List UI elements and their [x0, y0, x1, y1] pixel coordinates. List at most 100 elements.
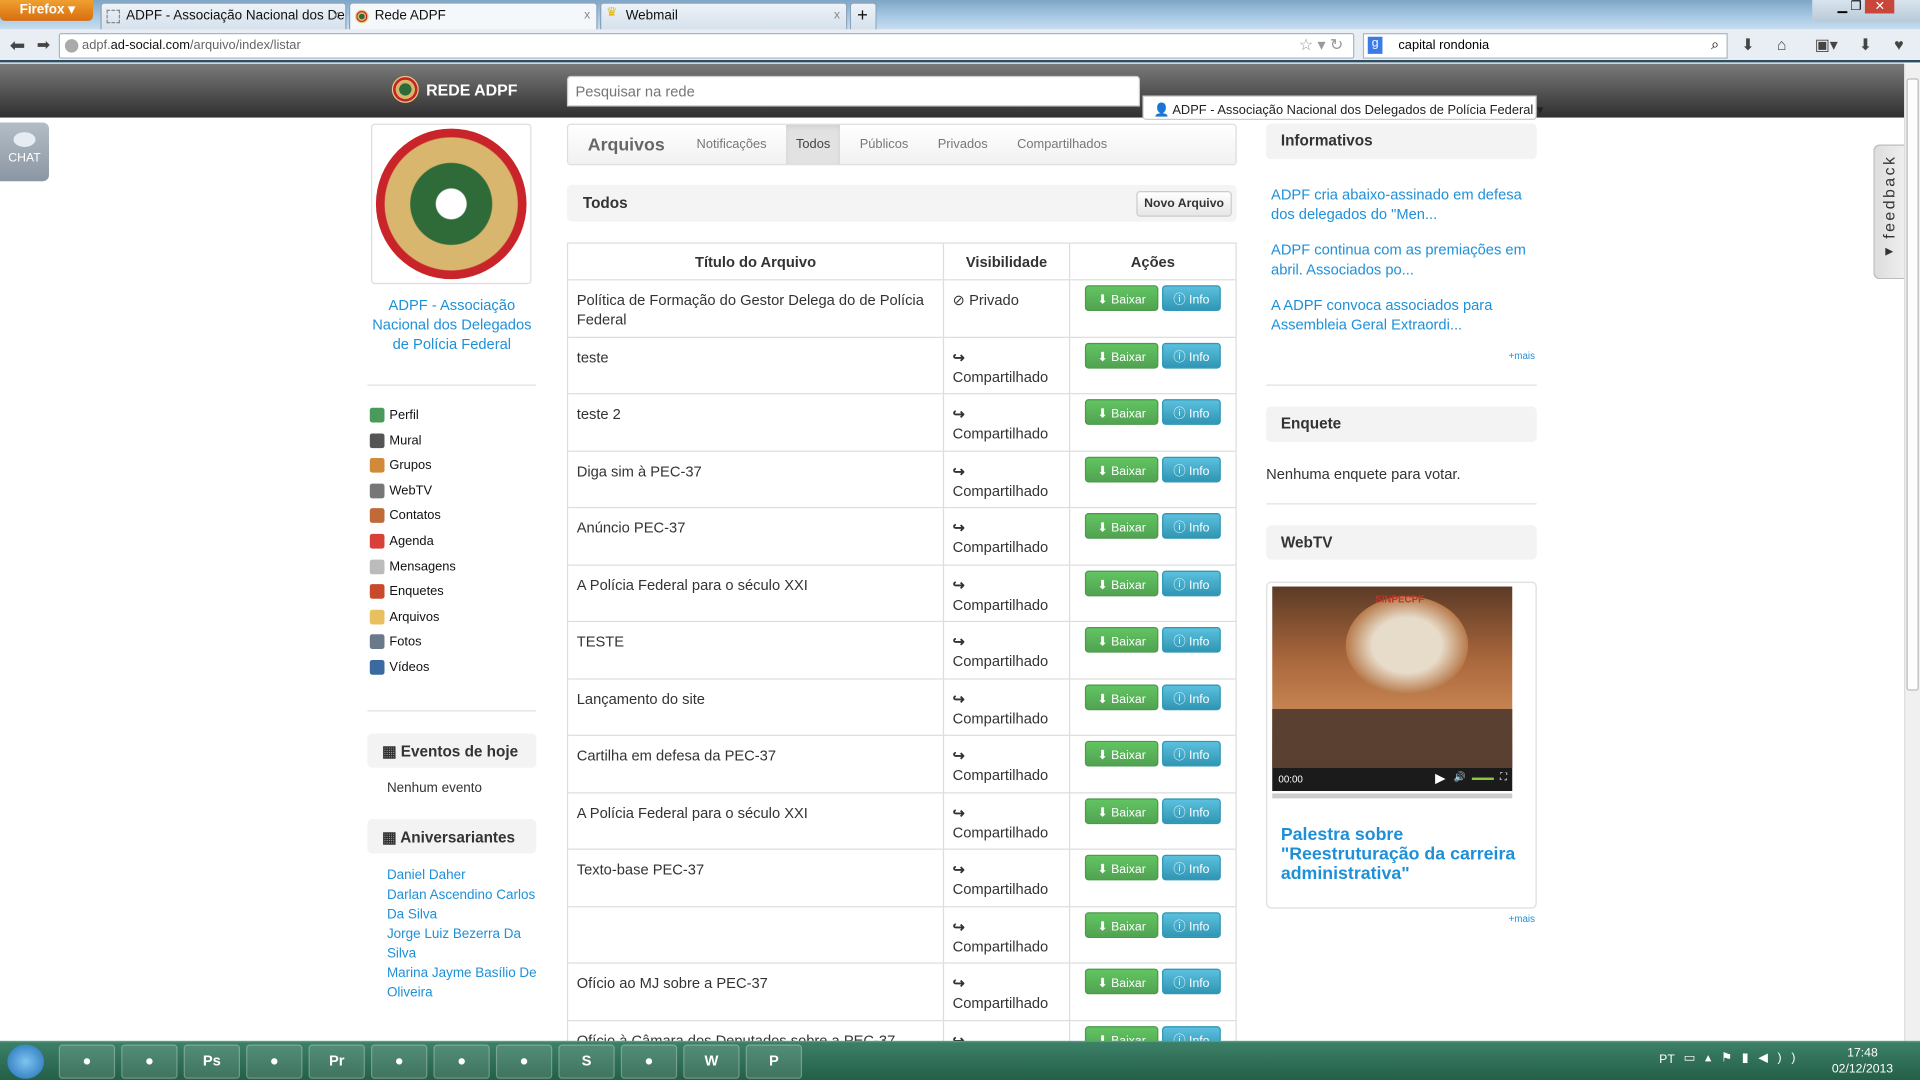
taskbar-app-ps[interactable]: Ps [183, 1044, 241, 1079]
close-tab-icon[interactable]: x [333, 9, 339, 22]
back-icon[interactable]: ⬅ [10, 34, 25, 57]
download-button[interactable]: ⬇ Baixar [1084, 456, 1159, 482]
feedback-tab[interactable]: feedback ▼ [1873, 144, 1905, 280]
info-button[interactable]: ⓘ Info [1162, 399, 1221, 425]
taskbar-app-s[interactable]: S [558, 1044, 615, 1079]
addons-icon[interactable]: ▣▾ [1815, 36, 1838, 56]
info-button[interactable]: ⓘ Info [1162, 626, 1221, 653]
download-button[interactable]: ⬇ Baixar [1084, 570, 1159, 596]
taskbar-app-explorer[interactable]: ● [371, 1044, 428, 1079]
volume-icon[interactable]: 🔊 [1453, 771, 1465, 782]
tab-rede-adpf[interactable]: Rede ADPF x [348, 2, 598, 30]
news-link[interactable]: ADPF continua com as premiações em abril… [1271, 240, 1543, 279]
brand-logo[interactable]: REDE ADPF [391, 75, 518, 103]
taskbar-app-firefox[interactable]: ● [433, 1044, 490, 1079]
birthday-link[interactable]: Marina Jayme Basílio De Oliveira [387, 964, 539, 1003]
download-button[interactable]: ⬇ Baixar [1084, 683, 1159, 710]
sidebar-item-perfil[interactable]: Perfil [369, 407, 541, 423]
tab-privados[interactable]: Privados [928, 125, 998, 164]
new-file-button[interactable]: Novo Arquivo [1136, 191, 1232, 217]
firefox-menu-button[interactable]: Firefox ▾ [0, 0, 94, 21]
video-title-link[interactable]: Palestra sobre "Reestruturação da carrei… [1281, 825, 1526, 884]
birthday-link[interactable]: Daniel Daher [387, 866, 539, 886]
tray-icons[interactable]: ▭▴⚑▮◀)) [1684, 1052, 1806, 1065]
sidebar-item-enquetes[interactable]: Enquetes [369, 584, 541, 600]
taskbar-app-p[interactable]: P [745, 1044, 803, 1079]
video-player[interactable]: SINPECPF [1272, 586, 1513, 768]
sidebar-item-contatos[interactable]: Contatos [369, 508, 541, 524]
forward-icon[interactable]: ➡ [37, 36, 50, 56]
taskbar-app-notes[interactable]: ● [495, 1044, 553, 1079]
info-button[interactable]: ⓘ Info [1162, 456, 1221, 482]
org-name-link[interactable]: ADPF - Associação Nacional dos Delegados… [367, 295, 536, 354]
sidebar-item-webtv[interactable]: WebTV [369, 483, 541, 499]
download-button[interactable]: ⬇ Baixar [1084, 968, 1159, 995]
sidebar-item-arquivos[interactable]: Arquivos [369, 609, 541, 625]
start-button[interactable] [7, 1044, 45, 1079]
sidebar-item-agenda[interactable]: Agenda [369, 533, 541, 549]
tab-publicos[interactable]: Públicos [850, 125, 918, 164]
info-button[interactable]: ⓘ Info [1162, 342, 1221, 368]
download-button[interactable]: ⬇ Baixar [1084, 626, 1159, 653]
sidebar-item-grupos[interactable]: Grupos [369, 458, 541, 473]
info-button[interactable]: ⓘ Info [1162, 513, 1221, 539]
news-link[interactable]: ADPF cria abaixo-assinado em defesa dos … [1271, 185, 1543, 224]
more-news-link[interactable]: +mais [1509, 350, 1535, 361]
download-icon[interactable]: ⬇ [1741, 36, 1754, 56]
taskbar-app-w[interactable]: W [683, 1044, 740, 1079]
info-button[interactable]: ⓘ Info [1162, 854, 1221, 881]
sidebar-item-mural[interactable]: Mural [369, 432, 541, 448]
download-button[interactable]: ⬇ Baixar [1084, 513, 1159, 539]
video-progress[interactable] [1272, 793, 1513, 799]
clock[interactable]: 17:48 02/12/2013 [1832, 1046, 1893, 1078]
close-window-icon[interactable]: ✕ [1864, 0, 1895, 14]
info-button[interactable]: ⓘ Info [1162, 683, 1221, 710]
news-link[interactable]: A ADPF convoca associados para Assemblei… [1271, 295, 1543, 334]
download-button[interactable]: ⬇ Baixar [1084, 911, 1159, 938]
language-indicator[interactable]: PT [1659, 1053, 1675, 1066]
close-tab-icon[interactable]: x [584, 9, 590, 22]
birthday-link[interactable]: Jorge Luiz Bezerra Da Silva [387, 924, 539, 963]
download-button[interactable]: ⬇ Baixar [1084, 285, 1159, 312]
sidebar-item-fotos[interactable]: Fotos [369, 634, 541, 650]
user-menu-dropdown[interactable]: 👤 ADPF - Associação Nacional dos Delegad… [1142, 95, 1543, 121]
network-search-input[interactable] [566, 75, 1141, 107]
bookmark-star-icon[interactable]: ☆ ▾ ↻ [1299, 36, 1343, 56]
birthday-link[interactable]: Darlan Ascendino Carlos Da Silva [387, 885, 539, 924]
chat-tab[interactable]: CHAT [0, 122, 49, 182]
org-logo[interactable] [371, 123, 532, 285]
play-icon[interactable]: ▶ [1435, 770, 1445, 786]
new-tab-button[interactable]: + [849, 2, 877, 30]
tab-todos[interactable]: Todos [786, 124, 841, 165]
url-bar[interactable]: adpf.ad-social.com/arquivo/index/listar … [58, 33, 1355, 59]
info-button[interactable]: ⓘ Info [1162, 968, 1221, 995]
download-button[interactable]: ⬇ Baixar [1084, 797, 1159, 824]
close-tab-icon[interactable]: x [834, 9, 840, 22]
info-button[interactable]: ⓘ Info [1162, 570, 1221, 596]
info-button[interactable]: ⓘ Info [1162, 797, 1221, 824]
info-button[interactable]: ⓘ Info [1162, 285, 1221, 312]
tab-notificacoes[interactable]: Notificações [687, 125, 777, 164]
sidebar-item-vídeos[interactable]: Vídeos [369, 660, 541, 675]
download-button[interactable]: ⬇ Baixar [1084, 399, 1159, 425]
extension-icon[interactable]: ♥ [1894, 36, 1903, 54]
volume-slider[interactable] [1471, 777, 1494, 781]
info-button[interactable]: ⓘ Info [1162, 740, 1221, 767]
sidebar-item-mensagens[interactable]: Mensagens [369, 559, 541, 574]
download-button[interactable]: ⬇ Baixar [1084, 854, 1159, 881]
tab-compartilhados[interactable]: Compartilhados [1007, 125, 1117, 164]
scrollbar-thumb[interactable] [1906, 78, 1919, 691]
taskbar-app-media-player[interactable]: ● [121, 1044, 178, 1079]
window-controls[interactable]: ▁ ❐ ✕ [1812, 0, 1920, 23]
info-button[interactable]: ⓘ Info [1162, 911, 1221, 938]
save-icon[interactable]: ⬇ [1859, 36, 1872, 56]
more-videos-link[interactable]: +mais [1509, 913, 1535, 924]
fullscreen-icon[interactable]: ⛶ [1500, 771, 1507, 783]
download-button[interactable]: ⬇ Baixar [1084, 740, 1159, 767]
tab-adpf-site[interactable]: ADPF - Associação Nacional dos Dele... x [100, 2, 347, 30]
taskbar-app-ie[interactable]: ● [246, 1044, 303, 1079]
download-button[interactable]: ⬇ Baixar [1084, 342, 1159, 368]
taskbar-app-chrome[interactable]: ● [58, 1044, 116, 1079]
home-icon[interactable]: ⌂ [1777, 36, 1787, 54]
web-search-input[interactable]: g capital rondonia ⌕ [1362, 33, 1728, 59]
